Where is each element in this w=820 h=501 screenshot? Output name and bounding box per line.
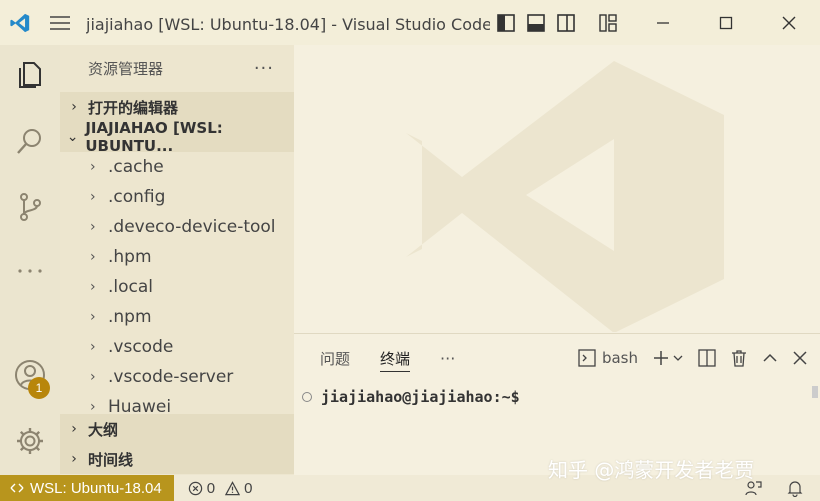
file-tree-item[interactable]: › .vscode-server bbox=[60, 362, 294, 392]
chevron-right-icon: › bbox=[90, 249, 96, 265]
watermark-text: 知乎 @鸿蒙开发者老贾 bbox=[548, 458, 755, 482]
file-tree-item[interactable]: › .hpm bbox=[60, 242, 294, 272]
file-tree-item-label: .local bbox=[108, 277, 154, 297]
section-workspace[interactable]: ⌄ JIAJIAHAO [WSL: UBUNTU... bbox=[60, 119, 294, 155]
title-bar: jiajiahao [WSL: Ubuntu-18.04] - Visual S… bbox=[0, 0, 820, 45]
toggle-sidebar-icon[interactable] bbox=[496, 13, 516, 33]
minimize-icon bbox=[656, 21, 669, 24]
maximize-icon bbox=[719, 16, 732, 29]
sidebar-bottom-sections: › 大纲 › 时间线 bbox=[60, 414, 294, 474]
vscode-logo-icon bbox=[0, 0, 40, 45]
activity-bar: 1 bbox=[0, 45, 60, 475]
file-tree: › .cache › .config › .deveco-device-tool › .hpm… bbox=[60, 152, 294, 422]
plus-icon bbox=[654, 351, 668, 365]
chevron-right-icon: › bbox=[90, 219, 96, 235]
remote-icon bbox=[10, 483, 24, 493]
chevron-right-icon: › bbox=[90, 159, 96, 175]
tab-problems[interactable]: 问题 bbox=[320, 334, 350, 382]
warning-count: 0 bbox=[244, 479, 253, 497]
close-icon bbox=[782, 16, 795, 29]
vscode-watermark-icon bbox=[406, 61, 724, 332]
file-tree-item-label: .hpm bbox=[108, 247, 152, 267]
chevron-right-icon: › bbox=[71, 421, 77, 437]
problems-indicator[interactable]: 0 0 bbox=[188, 479, 253, 497]
shell-label: bash bbox=[601, 349, 638, 367]
explorer-title: 资源管理器 bbox=[88, 60, 164, 78]
explorer-header: 资源管理器 ··· bbox=[60, 45, 294, 92]
trash-icon[interactable] bbox=[730, 349, 748, 367]
maximize-panel-icon[interactable] bbox=[762, 350, 778, 366]
terminal-scrollbar[interactable] bbox=[812, 386, 818, 398]
source-control-icon[interactable] bbox=[0, 177, 60, 237]
section-timeline[interactable]: › 时间线 bbox=[60, 444, 294, 474]
terminal-prompt: jiajiahao@jiajiahao:~$ bbox=[321, 388, 520, 406]
warning-icon bbox=[225, 480, 241, 495]
terminal-icon bbox=[578, 349, 596, 367]
section-outline[interactable]: › 大纲 bbox=[60, 414, 294, 444]
new-terminal-button[interactable] bbox=[652, 349, 684, 367]
explorer-sidebar: 资源管理器 ··· › 打开的编辑器 ⌄ JIAJIAHAO [WSL: UBU… bbox=[60, 45, 294, 475]
file-tree-item-label: .cache bbox=[108, 157, 164, 177]
chevron-right-icon: › bbox=[90, 369, 96, 385]
file-tree-item-label: .deveco-device-tool bbox=[108, 217, 276, 237]
remote-label: WSL: Ubuntu-18.04 bbox=[30, 479, 162, 497]
explorer-more-actions-button[interactable]: ··· bbox=[254, 58, 274, 79]
section-timeline-label: 时间线 bbox=[88, 450, 134, 469]
toggle-panel-icon[interactable] bbox=[526, 13, 546, 33]
editor-area bbox=[294, 45, 820, 332]
section-open-editors[interactable]: › 打开的编辑器 bbox=[60, 92, 294, 122]
file-tree-item[interactable]: › .deveco-device-tool bbox=[60, 212, 294, 242]
terminal-line[interactable]: jiajiahao@jiajiahao:~$ bbox=[294, 388, 820, 406]
section-outline-label: 大纲 bbox=[88, 420, 119, 439]
panel-more-button[interactable]: ··· bbox=[440, 334, 455, 382]
section-workspace-label: JIAJIAHAO [WSL: UBUNTU... bbox=[85, 119, 223, 155]
layout-controls bbox=[496, 13, 618, 33]
tab-terminal[interactable]: 终端 bbox=[380, 334, 411, 382]
accounts-icon[interactable] bbox=[0, 345, 60, 405]
window-controls bbox=[631, 0, 820, 45]
chevron-right-icon: › bbox=[90, 189, 96, 205]
window-title: jiajiahao [WSL: Ubuntu-18.04] - Visual S… bbox=[86, 14, 490, 34]
file-tree-item-label: .vscode-server bbox=[108, 367, 234, 387]
file-tree-item[interactable]: › .vscode bbox=[60, 332, 294, 362]
chevron-right-icon: › bbox=[90, 339, 96, 355]
chevron-right-icon: › bbox=[90, 309, 96, 325]
panel-actions: bash bbox=[578, 349, 808, 367]
close-button[interactable] bbox=[757, 0, 820, 45]
close-panel-icon[interactable] bbox=[792, 350, 808, 366]
chevron-right-icon: › bbox=[90, 279, 96, 295]
error-count: 0 bbox=[206, 479, 216, 497]
section-open-editors-label: 打开的编辑器 bbox=[88, 98, 179, 117]
chevron-right-icon: › bbox=[90, 399, 96, 415]
customize-layout-icon[interactable] bbox=[598, 13, 618, 33]
minimize-button[interactable] bbox=[631, 0, 694, 45]
more-views-icon[interactable] bbox=[0, 241, 60, 301]
error-icon bbox=[188, 481, 202, 495]
file-tree-item[interactable]: › .npm bbox=[60, 302, 294, 332]
maximize-button[interactable] bbox=[694, 0, 757, 45]
file-tree-item-label: .vscode bbox=[108, 337, 174, 357]
toggle-secondary-sidebar-icon[interactable] bbox=[556, 13, 576, 33]
notifications-bell-icon[interactable] bbox=[786, 479, 804, 497]
explorer-icon[interactable] bbox=[0, 45, 60, 105]
chevron-right-icon: › bbox=[71, 99, 77, 115]
terminal-shell-selector[interactable]: bash bbox=[578, 349, 638, 367]
file-tree-item-label: .npm bbox=[108, 307, 152, 327]
chevron-right-icon: › bbox=[71, 451, 77, 467]
file-tree-item[interactable]: › .cache bbox=[60, 152, 294, 182]
file-tree-item[interactable]: › .config bbox=[60, 182, 294, 212]
search-icon[interactable] bbox=[0, 111, 60, 171]
file-tree-item-label: .config bbox=[108, 187, 166, 207]
file-tree-item[interactable]: › .local bbox=[60, 272, 294, 302]
accounts-badge: 1 bbox=[28, 377, 50, 399]
panel-tabs: 问题 终端 ··· bash bbox=[294, 334, 820, 382]
chevron-down-icon bbox=[673, 355, 683, 361]
split-terminal-icon[interactable] bbox=[698, 349, 716, 367]
settings-gear-icon[interactable] bbox=[0, 411, 60, 471]
chevron-down-icon: ⌄ bbox=[66, 129, 79, 145]
terminal-decoration-icon bbox=[302, 392, 312, 402]
menu-icon[interactable] bbox=[40, 0, 80, 45]
remote-indicator[interactable]: WSL: Ubuntu-18.04 bbox=[0, 475, 174, 501]
